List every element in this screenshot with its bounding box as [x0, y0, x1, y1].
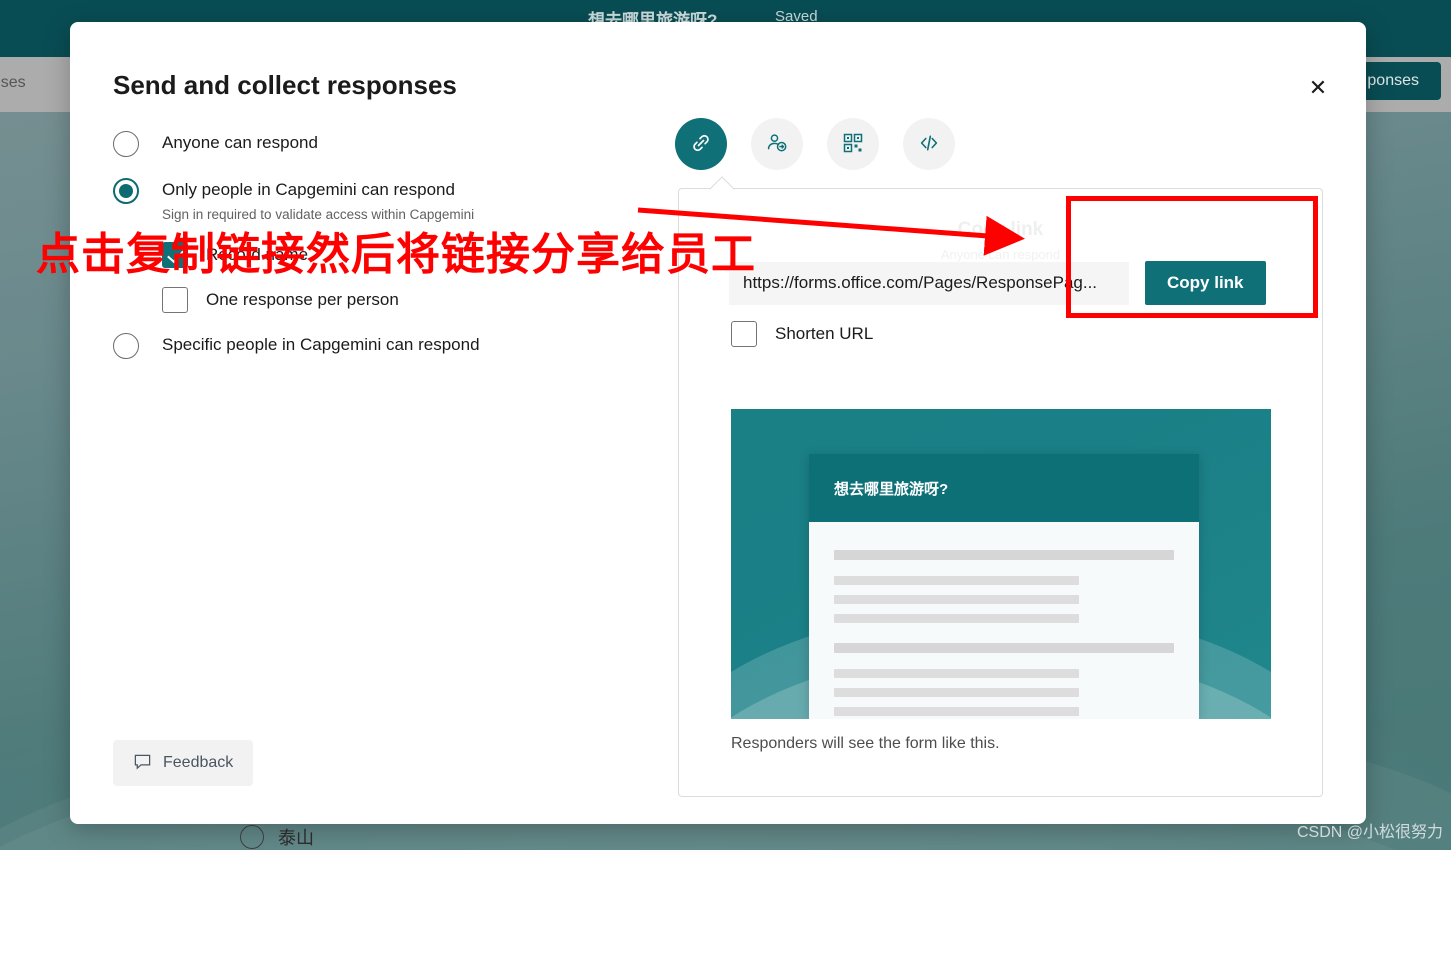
- tab-qr-code[interactable]: [827, 118, 879, 170]
- preview-placeholder-bar: [834, 614, 1079, 623]
- preview-form-header: 想去哪里旅游呀?: [809, 454, 1199, 522]
- feedback-button-label: Feedback: [163, 754, 233, 772]
- preview-placeholder-bar: [834, 550, 1174, 560]
- radio-only-people-in-org[interactable]: Only people in Capgemini can respond: [113, 177, 673, 204]
- close-icon[interactable]: ✕: [1300, 70, 1336, 106]
- radio-specific-people[interactable]: Specific people in Capgemini can respond: [113, 332, 673, 359]
- share-method-tabs: [675, 118, 955, 170]
- preview-placeholder-bar: [834, 669, 1079, 678]
- radio-icon-specific-people[interactable]: [113, 333, 139, 359]
- qr-code-icon: [841, 131, 865, 158]
- link-icon: [689, 131, 713, 158]
- tab-embed-code[interactable]: [903, 118, 955, 170]
- radio-label-only-people-in-org: Only people in Capgemini can respond: [162, 177, 455, 203]
- checkbox-shorten-url[interactable]: Shorten URL: [731, 321, 873, 347]
- checkbox-one-response-per-person[interactable]: One response per person: [162, 287, 673, 313]
- annotation-highlight-box: [1066, 196, 1318, 318]
- radio-label-anyone: Anyone can respond: [162, 130, 318, 156]
- checkbox-icon-shorten-url[interactable]: [731, 321, 757, 347]
- annotation-callout-text: 点击复制链接然后将链接分享给员工: [36, 218, 756, 282]
- preview-caption: Responders will see the form like this.: [731, 735, 1000, 753]
- checkbox-label-shorten-url: Shorten URL: [775, 324, 873, 344]
- radio-icon-anyone[interactable]: [113, 131, 139, 157]
- radio-label-specific-people: Specific people in Capgemini can respond: [162, 332, 480, 358]
- page-title: Send and collect responses: [113, 70, 457, 101]
- panel-notch: [709, 176, 734, 201]
- checkbox-label-one-response-per-person: One response per person: [206, 290, 399, 310]
- radio-anyone-can-respond[interactable]: Anyone can respond: [113, 130, 673, 157]
- comment-icon: [133, 752, 152, 774]
- preview-question-block: [834, 550, 1174, 623]
- preview-placeholder-bar: [834, 576, 1079, 585]
- preview-question-block: [834, 643, 1174, 716]
- radio-icon-only-people-in-org[interactable]: [113, 178, 139, 204]
- preview-form-body: [809, 522, 1199, 716]
- send-collect-responses-dialog: Send and collect responses ✕ Anyone can …: [70, 22, 1366, 824]
- tab-share-link[interactable]: [675, 118, 727, 170]
- preview-form-card: 想去哪里旅游呀?: [809, 454, 1199, 719]
- preview-placeholder-bar: [834, 643, 1174, 653]
- tab-invite-people[interactable]: [751, 118, 803, 170]
- form-preview: 想去哪里旅游呀?: [731, 409, 1271, 719]
- person-share-icon: [765, 131, 789, 158]
- preview-form-title: 想去哪里旅游呀?: [834, 478, 948, 499]
- embed-code-icon: [917, 131, 941, 158]
- preview-placeholder-bar: [834, 688, 1079, 697]
- preview-placeholder-bar: [834, 595, 1079, 604]
- checkbox-icon-one-response-per-person[interactable]: [162, 287, 188, 313]
- feedback-button[interactable]: Feedback: [113, 740, 253, 786]
- watermark: CSDN @小松很努力: [1297, 818, 1443, 842]
- preview-placeholder-bar: [834, 707, 1079, 716]
